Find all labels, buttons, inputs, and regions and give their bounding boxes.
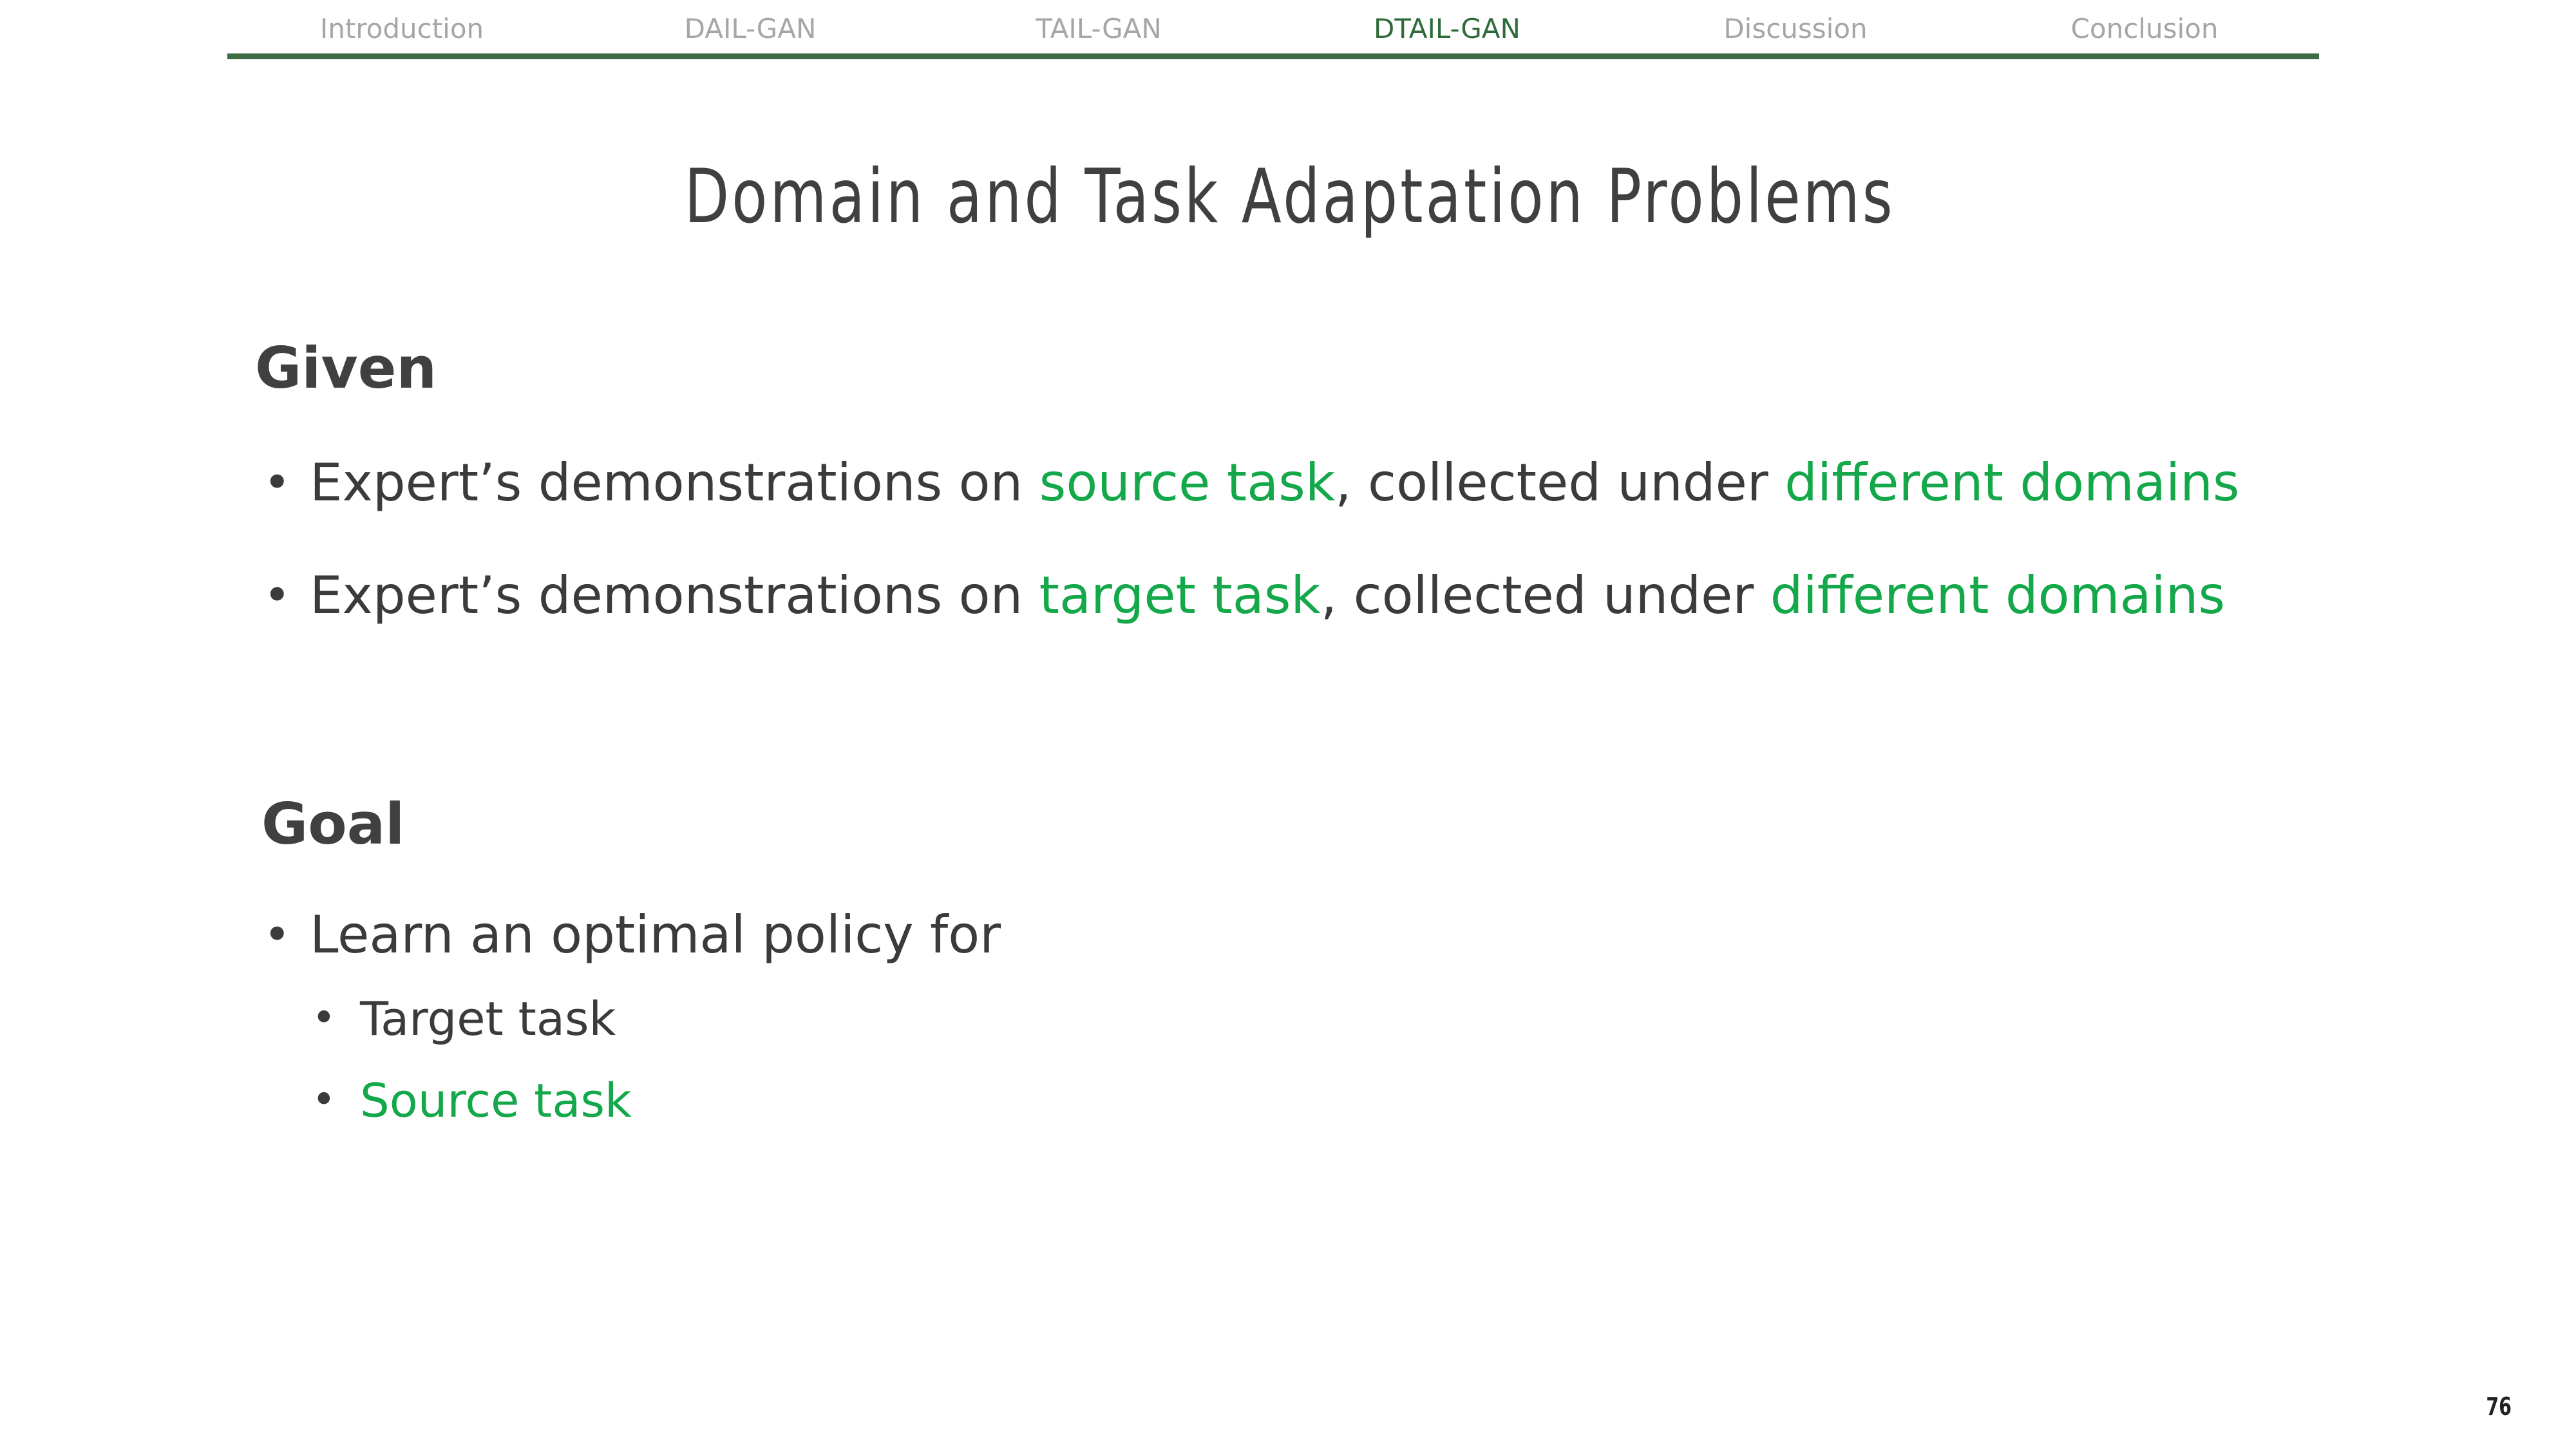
bullet-dot-icon: • (263, 568, 291, 622)
given-bullet-1-prefix: Expert’s demonstrations on (310, 453, 1039, 513)
given-bullet-2-middle: , collected under (1320, 565, 1770, 625)
nav-tab-dail-gan[interactable]: DAIL-GAN (576, 13, 925, 44)
given-bullet-1-highlight-task: source task (1039, 453, 1336, 513)
goal-sub-bullet-1-text: Target task (360, 992, 616, 1046)
nav-divider (227, 53, 2319, 59)
nav-tab-discussion[interactable]: Discussion (1621, 13, 1970, 44)
section-nav: Introduction DAIL-GAN TAIL-GAN DTAIL-GAN… (227, 5, 2319, 57)
given-bullet-2-prefix: Expert’s demonstrations on (310, 565, 1039, 625)
page-number: 76 (2486, 1392, 2512, 1421)
slide-title: Domain and Task Adaptation Problems (684, 153, 1895, 240)
nav-tab-tail-gan[interactable]: TAIL-GAN (924, 13, 1273, 44)
given-bullet-1-highlight-domains: different domains (1785, 453, 2240, 513)
given-bullet-2-text: Expert’s demonstrations on target task, … (310, 565, 2225, 625)
given-bullet-1-text: Expert’s demonstrations on source task, … (310, 453, 2240, 513)
nav-tab-dtail-gan[interactable]: DTAIL-GAN (1273, 13, 1622, 44)
bullet-dot-icon: • (312, 994, 336, 1042)
nav-tab-introduction[interactable]: Introduction (227, 13, 576, 44)
goal-sub-bullet-2-text: Source task (360, 1074, 632, 1128)
bullet-dot-icon: • (263, 455, 291, 509)
goal-heading: Goal (261, 791, 405, 857)
nav-tab-conclusion[interactable]: Conclusion (1970, 13, 2319, 44)
bullet-dot-icon: • (263, 907, 291, 961)
goal-bullet-text: Learn an optimal policy for (310, 905, 1001, 965)
given-bullet-2-highlight-task: target task (1039, 565, 1321, 625)
bullet-dot-icon: • (312, 1076, 336, 1124)
given-heading: Given (255, 335, 437, 401)
given-bullet-2-highlight-domains: different domains (1770, 565, 2226, 625)
given-bullet-1-middle: , collected under (1335, 453, 1785, 513)
